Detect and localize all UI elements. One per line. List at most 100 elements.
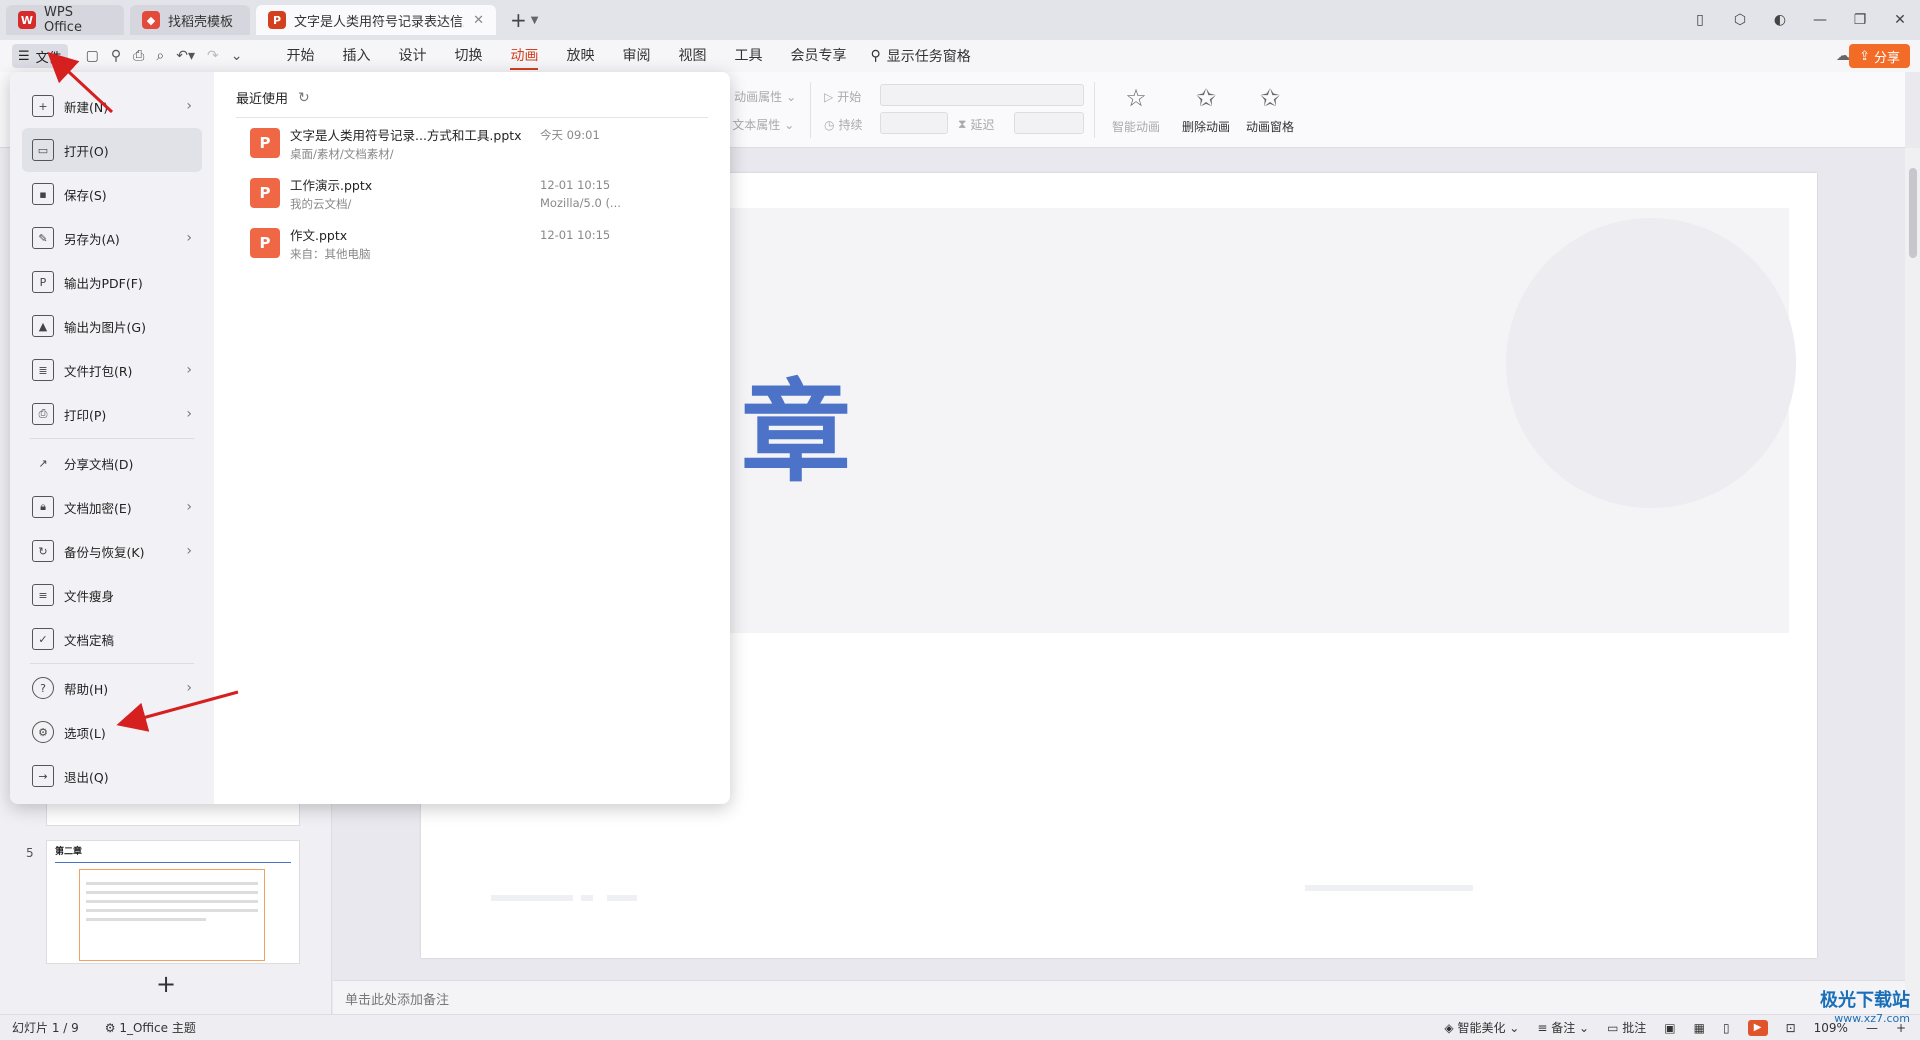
theme-indicator[interactable]: ⚙ 1_Office 主题: [105, 1019, 196, 1036]
thumb-line: [86, 882, 258, 885]
recent-file-row[interactable]: P 工作演示.pptx 我的云文档/ 12-01 10:15 Mozilla/5…: [236, 168, 708, 218]
tab-insert[interactable]: 插入: [328, 40, 384, 72]
recent-file-time: 今天 09:01: [540, 128, 600, 142]
task-pane-toggle[interactable]: ⚲ 显示任务窗格: [870, 46, 970, 66]
menu-options[interactable]: ⚙ 选项(L): [22, 710, 202, 754]
tab-tools[interactable]: 工具: [720, 40, 776, 72]
print-icon[interactable]: ⎙: [133, 48, 144, 64]
restore-icon[interactable]: ❐: [1840, 12, 1880, 28]
menu-label: 选项(L): [64, 725, 106, 741]
menu-label: 退出(Q): [64, 769, 109, 785]
pptx-cloud-file-icon: P: [250, 178, 280, 208]
tab-member[interactable]: 会员专享: [776, 40, 860, 72]
slide-decor-circle: [1506, 218, 1796, 508]
tab-wps-office[interactable]: W WPS Office: [6, 5, 124, 35]
delete-animation-button[interactable]: ✩ 删除动画: [1176, 84, 1236, 135]
menu-label: 打开(O): [64, 143, 109, 159]
slide-title-text[interactable]: 章: [741, 343, 851, 503]
fit-window-icon[interactable]: ⊡: [1786, 1021, 1796, 1035]
recent-file-row[interactable]: P 作文.pptx 来自：其他电脑 12-01 10:15: [236, 218, 708, 268]
start-select[interactable]: [880, 84, 1084, 106]
tab-docer-template[interactable]: ◆ 找稻壳模板: [130, 5, 250, 35]
menu-help[interactable]: ? 帮助(H) ›: [22, 666, 202, 710]
tab-current-document[interactable]: P 文字是人类用符号记录表达信息以 ✕: [256, 5, 496, 35]
menu-save-as[interactable]: ✎ 另存为(A) ›: [22, 216, 202, 260]
docer-logo-icon: ◆: [142, 11, 160, 29]
duration-input[interactable]: [880, 112, 948, 134]
new-tab-icon[interactable]: +: [510, 8, 527, 32]
smart-beautify-button[interactable]: ◈ 智能美化 ⌄: [1444, 1019, 1519, 1036]
chevron-down-icon[interactable]: ▼: [531, 15, 539, 26]
save-icon[interactable]: ▢: [86, 48, 99, 64]
notes-input[interactable]: 单击此处添加备注: [333, 980, 1905, 1014]
menu-export-pdf[interactable]: P 输出为PDF(F): [22, 260, 202, 304]
sorter-view-icon[interactable]: ▦: [1694, 1021, 1705, 1035]
menu-backup[interactable]: ↻ 备份与恢复(K) ›: [22, 529, 202, 573]
comment-icon: ▭: [1607, 1021, 1623, 1035]
notes-icon: ≡: [1537, 1021, 1552, 1035]
share-button[interactable]: ⇪ 分享: [1849, 44, 1910, 68]
tab-transition[interactable]: 切换: [440, 40, 496, 72]
vertical-scrollbar[interactable]: [1905, 148, 1920, 1014]
print-preview-icon[interactable]: ⌕: [156, 48, 164, 64]
menu-finalize[interactable]: ✓ 文档定稿: [22, 617, 202, 661]
comment-button[interactable]: ▭ 批注: [1607, 1019, 1646, 1036]
cube-icon[interactable]: ⬡: [1720, 12, 1760, 28]
package-icon: ≣: [32, 359, 54, 381]
tab-animation[interactable]: 动画: [496, 40, 552, 72]
menu-new[interactable]: + 新建(N) ›: [22, 84, 202, 128]
menu-label: 帮助(H): [64, 681, 109, 697]
tab-view[interactable]: 视图: [664, 40, 720, 72]
smart-animation-button[interactable]: ☆ 智能动画: [1106, 84, 1166, 135]
cloud-sync-icon[interactable]: ☁: [1836, 48, 1850, 64]
tab-slideshow[interactable]: 放映: [552, 40, 608, 72]
file-menu-button[interactable]: ☰ 文件: [12, 44, 68, 68]
hamburger-icon: ☰: [18, 48, 30, 64]
slim-icon: ≡: [32, 584, 54, 606]
refresh-icon[interactable]: ↻: [298, 90, 310, 106]
tab-start[interactable]: 开始: [272, 40, 328, 72]
avatar[interactable]: ◐: [1760, 12, 1800, 28]
slide-number: 5: [26, 846, 34, 860]
close-icon[interactable]: ✕: [473, 13, 484, 28]
minimize-icon[interactable]: —: [1800, 12, 1840, 28]
undo-icon[interactable]: ↶▾: [176, 48, 195, 64]
menu-package[interactable]: ≣ 文件打包(R) ›: [22, 348, 202, 392]
anim-props-dropdown[interactable]: ✧动画属性⌄: [720, 88, 796, 105]
menu-slim[interactable]: ≡ 文件瘦身: [22, 573, 202, 617]
recent-file-row[interactable]: P 文字是人类用符号记录...方式和工具.pptx 桌面/素材/文档素材/ 今天…: [236, 118, 708, 168]
recent-file-name: 工作演示.pptx: [290, 177, 373, 193]
window-close-icon[interactable]: ✕: [1880, 12, 1920, 28]
file-menu-panel: + 新建(N) › ▭ 打开(O) ▪ 保存(S) ✎ 另存为(A) › P 输出为PDF(F…: [10, 72, 730, 804]
menu-export-image[interactable]: ▲ 输出为图片(G): [22, 304, 202, 348]
play-icon: ▷: [824, 89, 834, 104]
find-icon[interactable]: ⚲: [111, 48, 121, 64]
menu-print[interactable]: ⎙ 打印(P) ›: [22, 392, 202, 436]
tab-design[interactable]: 设计: [384, 40, 440, 72]
ppt-logo-icon: P: [268, 11, 286, 29]
reading-view-icon[interactable]: ▯: [1723, 1021, 1730, 1035]
menu-exit[interactable]: → 退出(Q): [22, 754, 202, 798]
pptx-cloud-file-icon: P: [250, 228, 280, 258]
menu-save[interactable]: ▪ 保存(S): [22, 172, 202, 216]
notes-toggle-button[interactable]: ≡ 备注 ⌄: [1537, 1019, 1589, 1036]
delay-input[interactable]: [1014, 112, 1084, 134]
recent-file-path: 我的云文档/: [290, 196, 352, 211]
scrollbar-thumb[interactable]: [1909, 168, 1917, 258]
menu-encrypt[interactable]: 🔒︎ 文档加密(E) ›: [22, 485, 202, 529]
menu-share[interactable]: ↗ 分享文档(D): [22, 441, 202, 485]
delete-anim-label: 删除动画: [1181, 120, 1230, 134]
layout-icon[interactable]: ▯: [1680, 12, 1720, 28]
add-slide-icon[interactable]: +: [156, 970, 176, 998]
chevron-right-icon: ›: [186, 98, 192, 114]
normal-view-icon[interactable]: ▣: [1664, 1021, 1675, 1035]
more-chevron-icon[interactable]: ⌄: [231, 48, 243, 64]
tab-review[interactable]: 审阅: [608, 40, 664, 72]
redo-icon[interactable]: ↷: [207, 48, 219, 64]
recent-file-time: 12-01 10:15: [540, 228, 611, 242]
slide-thumbnail-5[interactable]: 第二章: [46, 840, 300, 964]
animation-pane-button[interactable]: ✩ 动画窗格: [1240, 84, 1300, 135]
text-props-dropdown[interactable]: A文本属性⌄: [720, 116, 794, 133]
play-slideshow-icon[interactable]: ▶: [1747, 1019, 1768, 1036]
menu-open[interactable]: ▭ 打开(O): [22, 128, 202, 172]
